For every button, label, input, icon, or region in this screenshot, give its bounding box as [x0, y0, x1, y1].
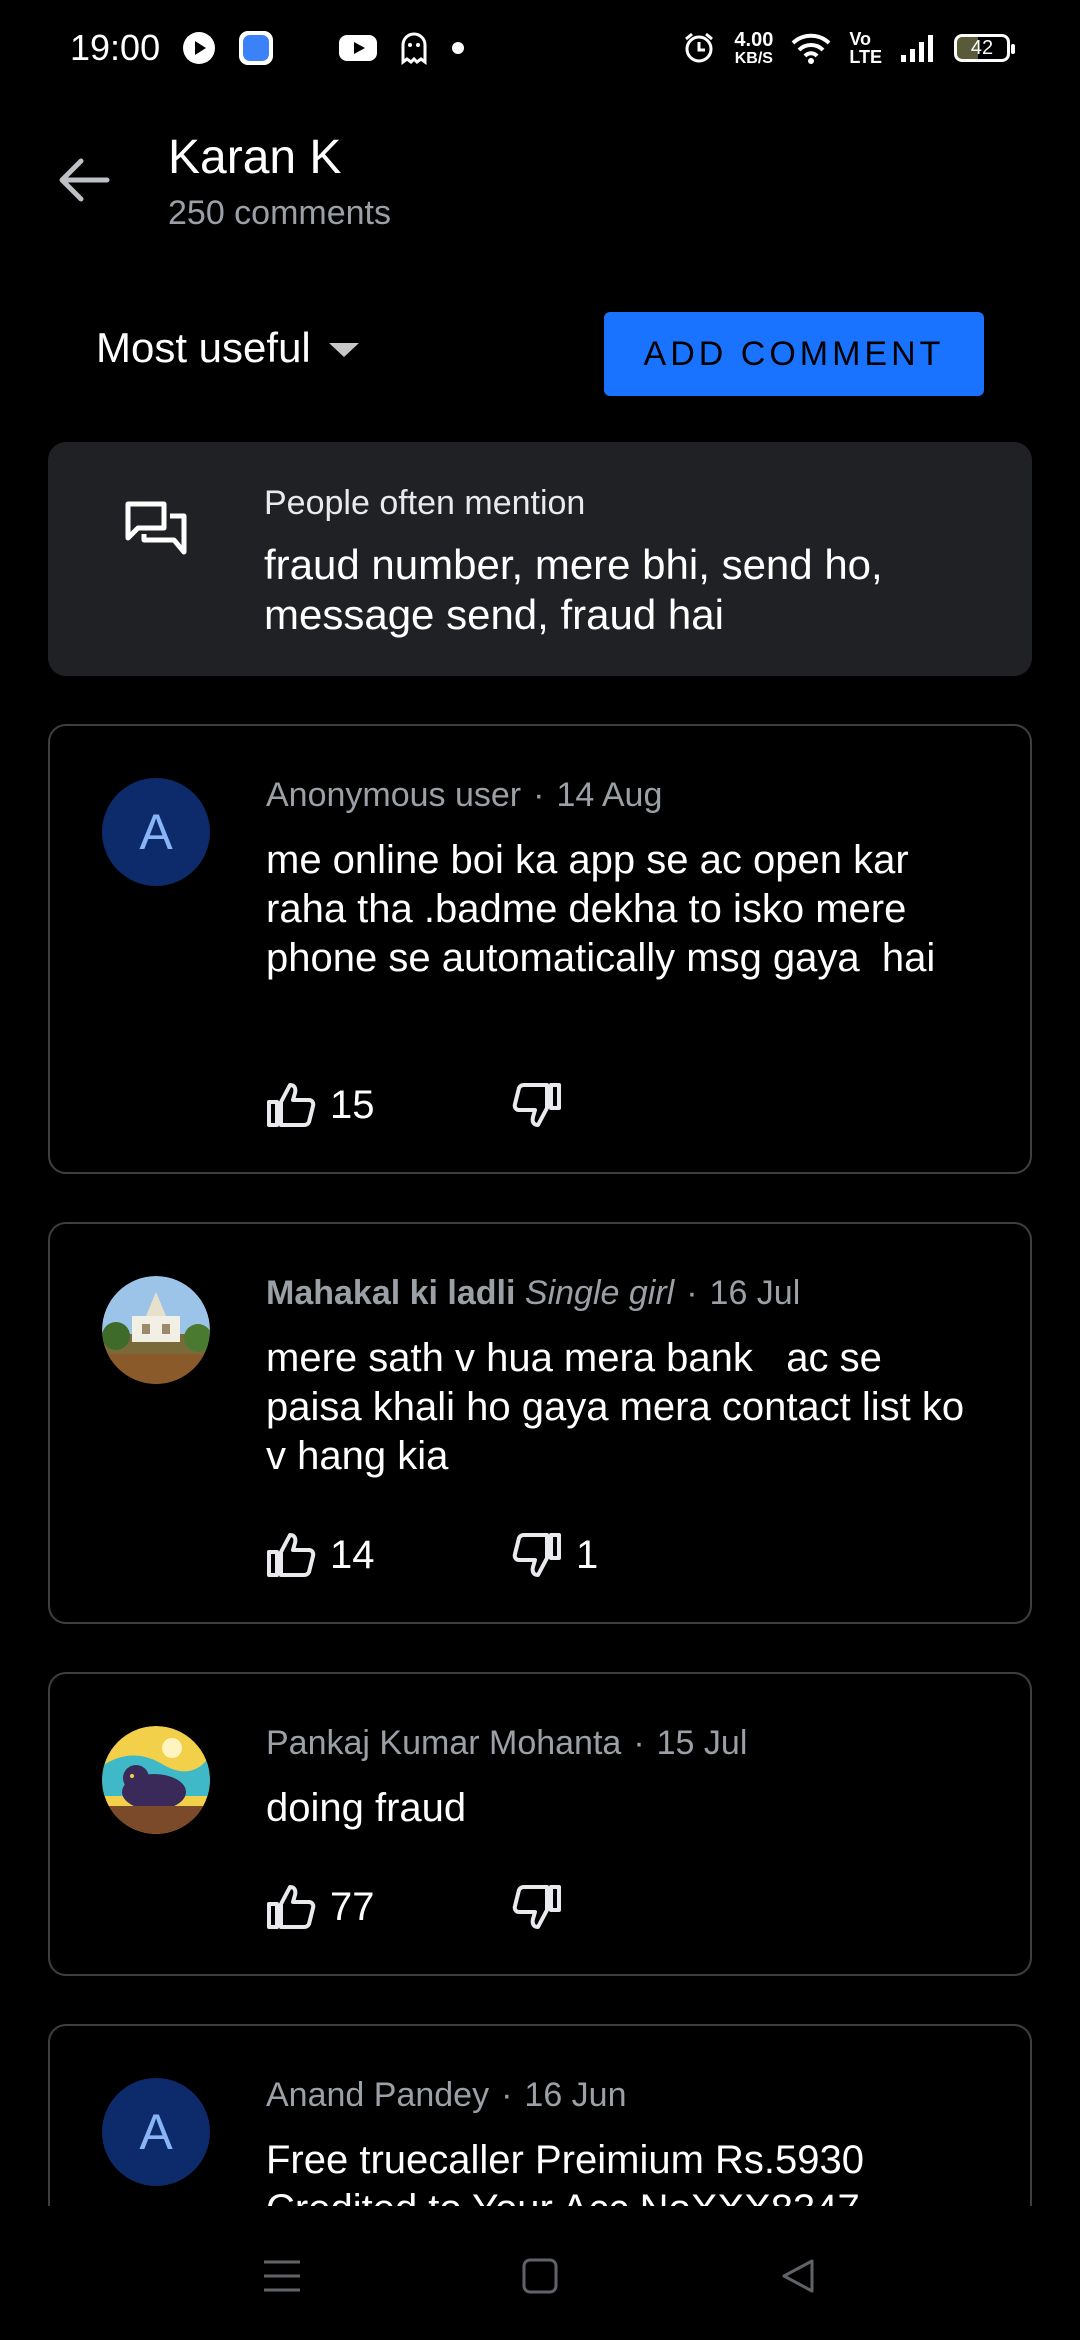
vote-row: 14 1	[266, 1532, 598, 1578]
author-tag: Single girl	[524, 1274, 675, 1312]
content-area: Karan K 250 comments Most useful ADD COM…	[0, 0, 1080, 2206]
mentions-label: People often mention	[264, 484, 586, 522]
sort-toolbar: Most useful ADD COMMENT	[0, 310, 1080, 396]
thumbs-down-icon	[512, 1533, 561, 1577]
thumbs-down-icon	[512, 1885, 561, 1929]
page-title: Karan K	[168, 131, 342, 184]
comment-card: Pankaj Kumar Mohanta · 15 Jul doing fraud …	[48, 1672, 1032, 1976]
comment-text: doing fraud	[266, 1786, 467, 1830]
sort-label: Most useful	[96, 324, 311, 371]
comment-card: A Anonymous user · 14 Aug me online boi ka…	[48, 724, 1032, 1174]
dislike-button[interactable]: 1	[512, 1532, 598, 1578]
thumbs-up-icon	[267, 1885, 316, 1929]
like-button[interactable]: 77	[266, 1884, 375, 1930]
comment-author: Anonymous user	[266, 776, 522, 814]
comment-author: Anand Pandey	[266, 2076, 490, 2114]
comment-card: Mahakal ki ladli Single girl · 16 Jul mere…	[48, 1222, 1032, 1624]
like-count: 77	[330, 1884, 375, 1929]
comment-author: Mahakal ki ladli	[266, 1274, 516, 1312]
like-button[interactable]: 15	[266, 1082, 375, 1128]
avatar: A	[102, 778, 210, 886]
home-nav-button[interactable]	[510, 2246, 570, 2306]
comment-date: 14 Aug	[556, 776, 663, 814]
caret-down-icon	[328, 343, 359, 357]
panther-avatar-icon	[102, 1726, 210, 1834]
meta-separator: ·	[686, 1274, 698, 1312]
back-triangle-icon	[782, 2259, 814, 2293]
back-nav-button[interactable]	[768, 2246, 828, 2306]
comment-date: 16 Jul	[709, 1274, 801, 1312]
dislike-button[interactable]	[512, 1884, 576, 1930]
comment-meta: Anonymous user · 14 Aug	[266, 776, 662, 815]
meta-separator: ·	[533, 776, 545, 814]
dislike-count: 1	[576, 1532, 599, 1577]
comment-card: A Anand Pandey · 16 Jun Free truecaller Pr…	[48, 2024, 1032, 2206]
thumbs-up-icon	[267, 1533, 316, 1577]
temple-photo-icon	[102, 1276, 210, 1384]
back-button[interactable]	[52, 148, 116, 212]
sort-dropdown[interactable]: Most useful	[96, 324, 359, 372]
dislike-button[interactable]	[512, 1082, 576, 1128]
thumbs-up-icon	[267, 1083, 316, 1127]
comment-meta: Pankaj Kumar Mohanta · 15 Jul	[266, 1724, 747, 1763]
like-count: 15	[330, 1082, 375, 1127]
mentions-keywords: fraud number, mere bhi, send ho, message…	[264, 541, 883, 638]
comment-date: 15 Jul	[656, 1724, 748, 1762]
avatar	[102, 1276, 210, 1384]
add-comment-button[interactable]: ADD COMMENT	[604, 312, 984, 396]
menu-nav-button[interactable]	[252, 2246, 312, 2306]
vote-row: 15	[266, 1082, 561, 1128]
vote-row: 77	[266, 1884, 561, 1930]
back-arrow-icon	[59, 158, 110, 202]
mentions-panel: People often mention fraud number, mere …	[48, 442, 1032, 676]
comment-text: me online boi ka app se ac open kar raha…	[266, 838, 936, 980]
meta-separator: ·	[633, 1724, 645, 1762]
comment-author: Pankaj Kumar Mohanta	[266, 1724, 622, 1762]
home-square-icon	[522, 2258, 558, 2294]
like-button[interactable]: 14	[266, 1532, 375, 1578]
thumbs-down-icon	[512, 1083, 561, 1127]
avatar	[102, 1726, 210, 1834]
like-count: 14	[330, 1532, 375, 1577]
comment-text: Free truecaller Preimium Rs.5930 Credite…	[266, 2138, 864, 2206]
comment-count: 250 comments	[168, 194, 391, 232]
header: Karan K 250 comments	[0, 120, 1080, 250]
meta-separator: ·	[501, 2076, 513, 2114]
avatar: A	[102, 2078, 210, 2186]
forum-icon	[124, 500, 188, 560]
comment-date: 16 Jun	[524, 2076, 627, 2114]
comment-meta: Anand Pandey · 16 Jun	[266, 2076, 627, 2115]
menu-icon	[264, 2260, 300, 2292]
comment-text: mere sath v hua mera bank ac se paisa kh…	[266, 1336, 987, 1478]
comment-meta: Mahakal ki ladli Single girl · 16 Jul	[266, 1274, 800, 1313]
system-nav-bar	[0, 2206, 1080, 2340]
